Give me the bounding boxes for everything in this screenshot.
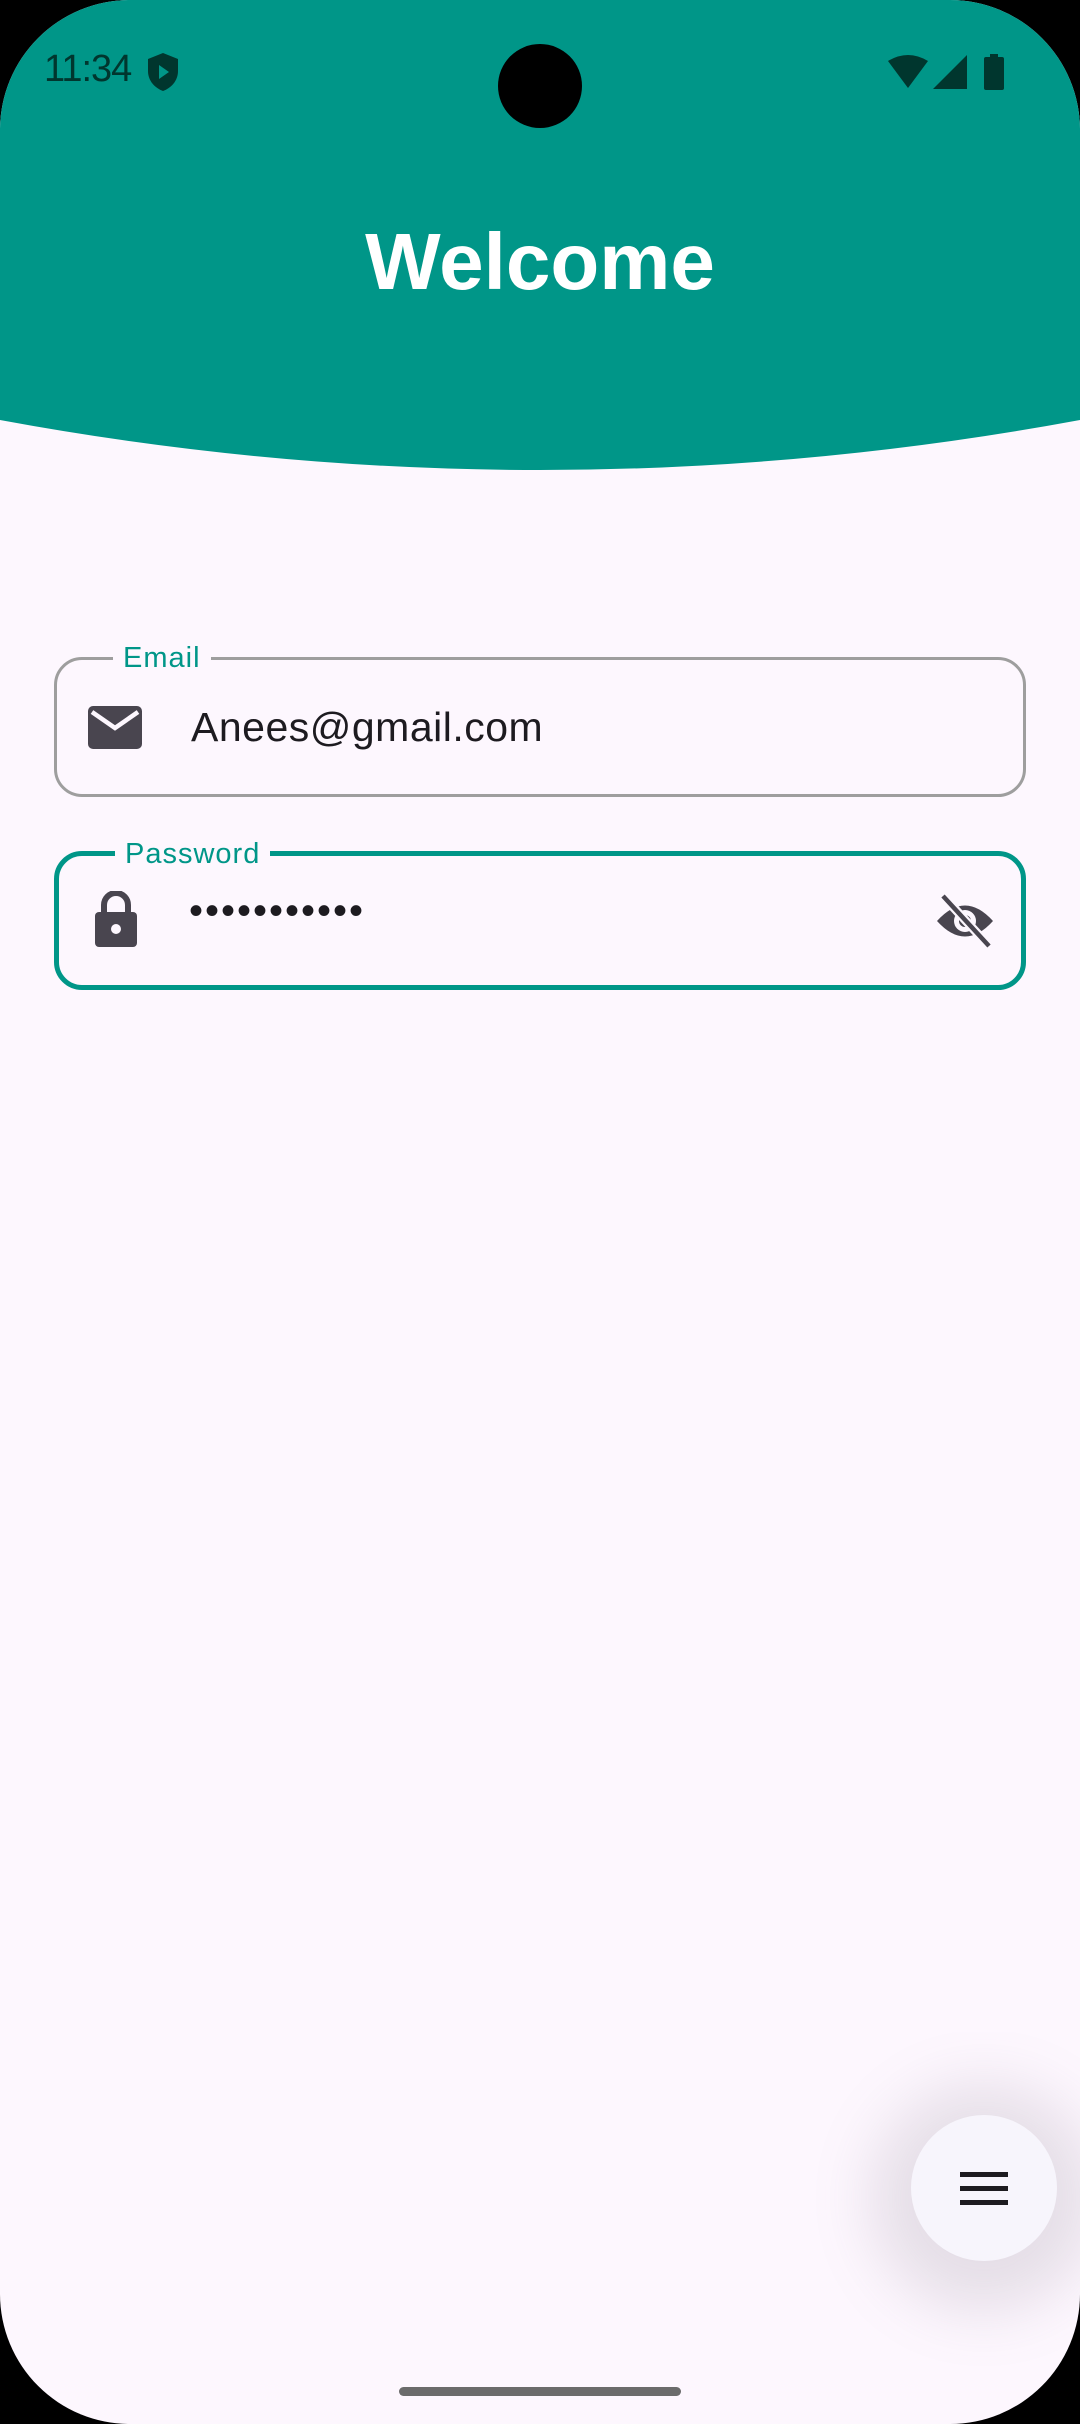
password-field[interactable]: Password ••••••••••• xyxy=(54,834,1026,990)
email-input[interactable]: Anees@gmail.com xyxy=(191,702,543,752)
email-label: Email xyxy=(113,638,211,678)
menu-fab-button[interactable] xyxy=(911,2115,1057,2261)
password-label: Password xyxy=(115,834,271,874)
page-title: Welcome xyxy=(365,217,715,306)
battery-icon xyxy=(984,54,1004,90)
visibility-off-icon[interactable] xyxy=(935,894,995,948)
status-time: 11:34 xyxy=(44,48,132,90)
wifi-icon xyxy=(888,55,928,88)
app-screen: 11:34 Welcome Email Anees@gmail.com Pass… xyxy=(0,0,1080,2424)
camera-cutout xyxy=(498,44,582,128)
header: 11:34 Welcome xyxy=(0,0,1080,480)
lock-icon xyxy=(95,891,137,947)
signal-icon xyxy=(933,55,967,89)
menu-icon xyxy=(960,2172,1008,2205)
email-field[interactable]: Email Anees@gmail.com xyxy=(54,638,1026,797)
mail-icon xyxy=(88,706,142,749)
shield-play-icon xyxy=(148,53,178,91)
password-input[interactable]: ••••••••••• xyxy=(189,886,365,936)
home-indicator[interactable] xyxy=(399,2387,681,2396)
